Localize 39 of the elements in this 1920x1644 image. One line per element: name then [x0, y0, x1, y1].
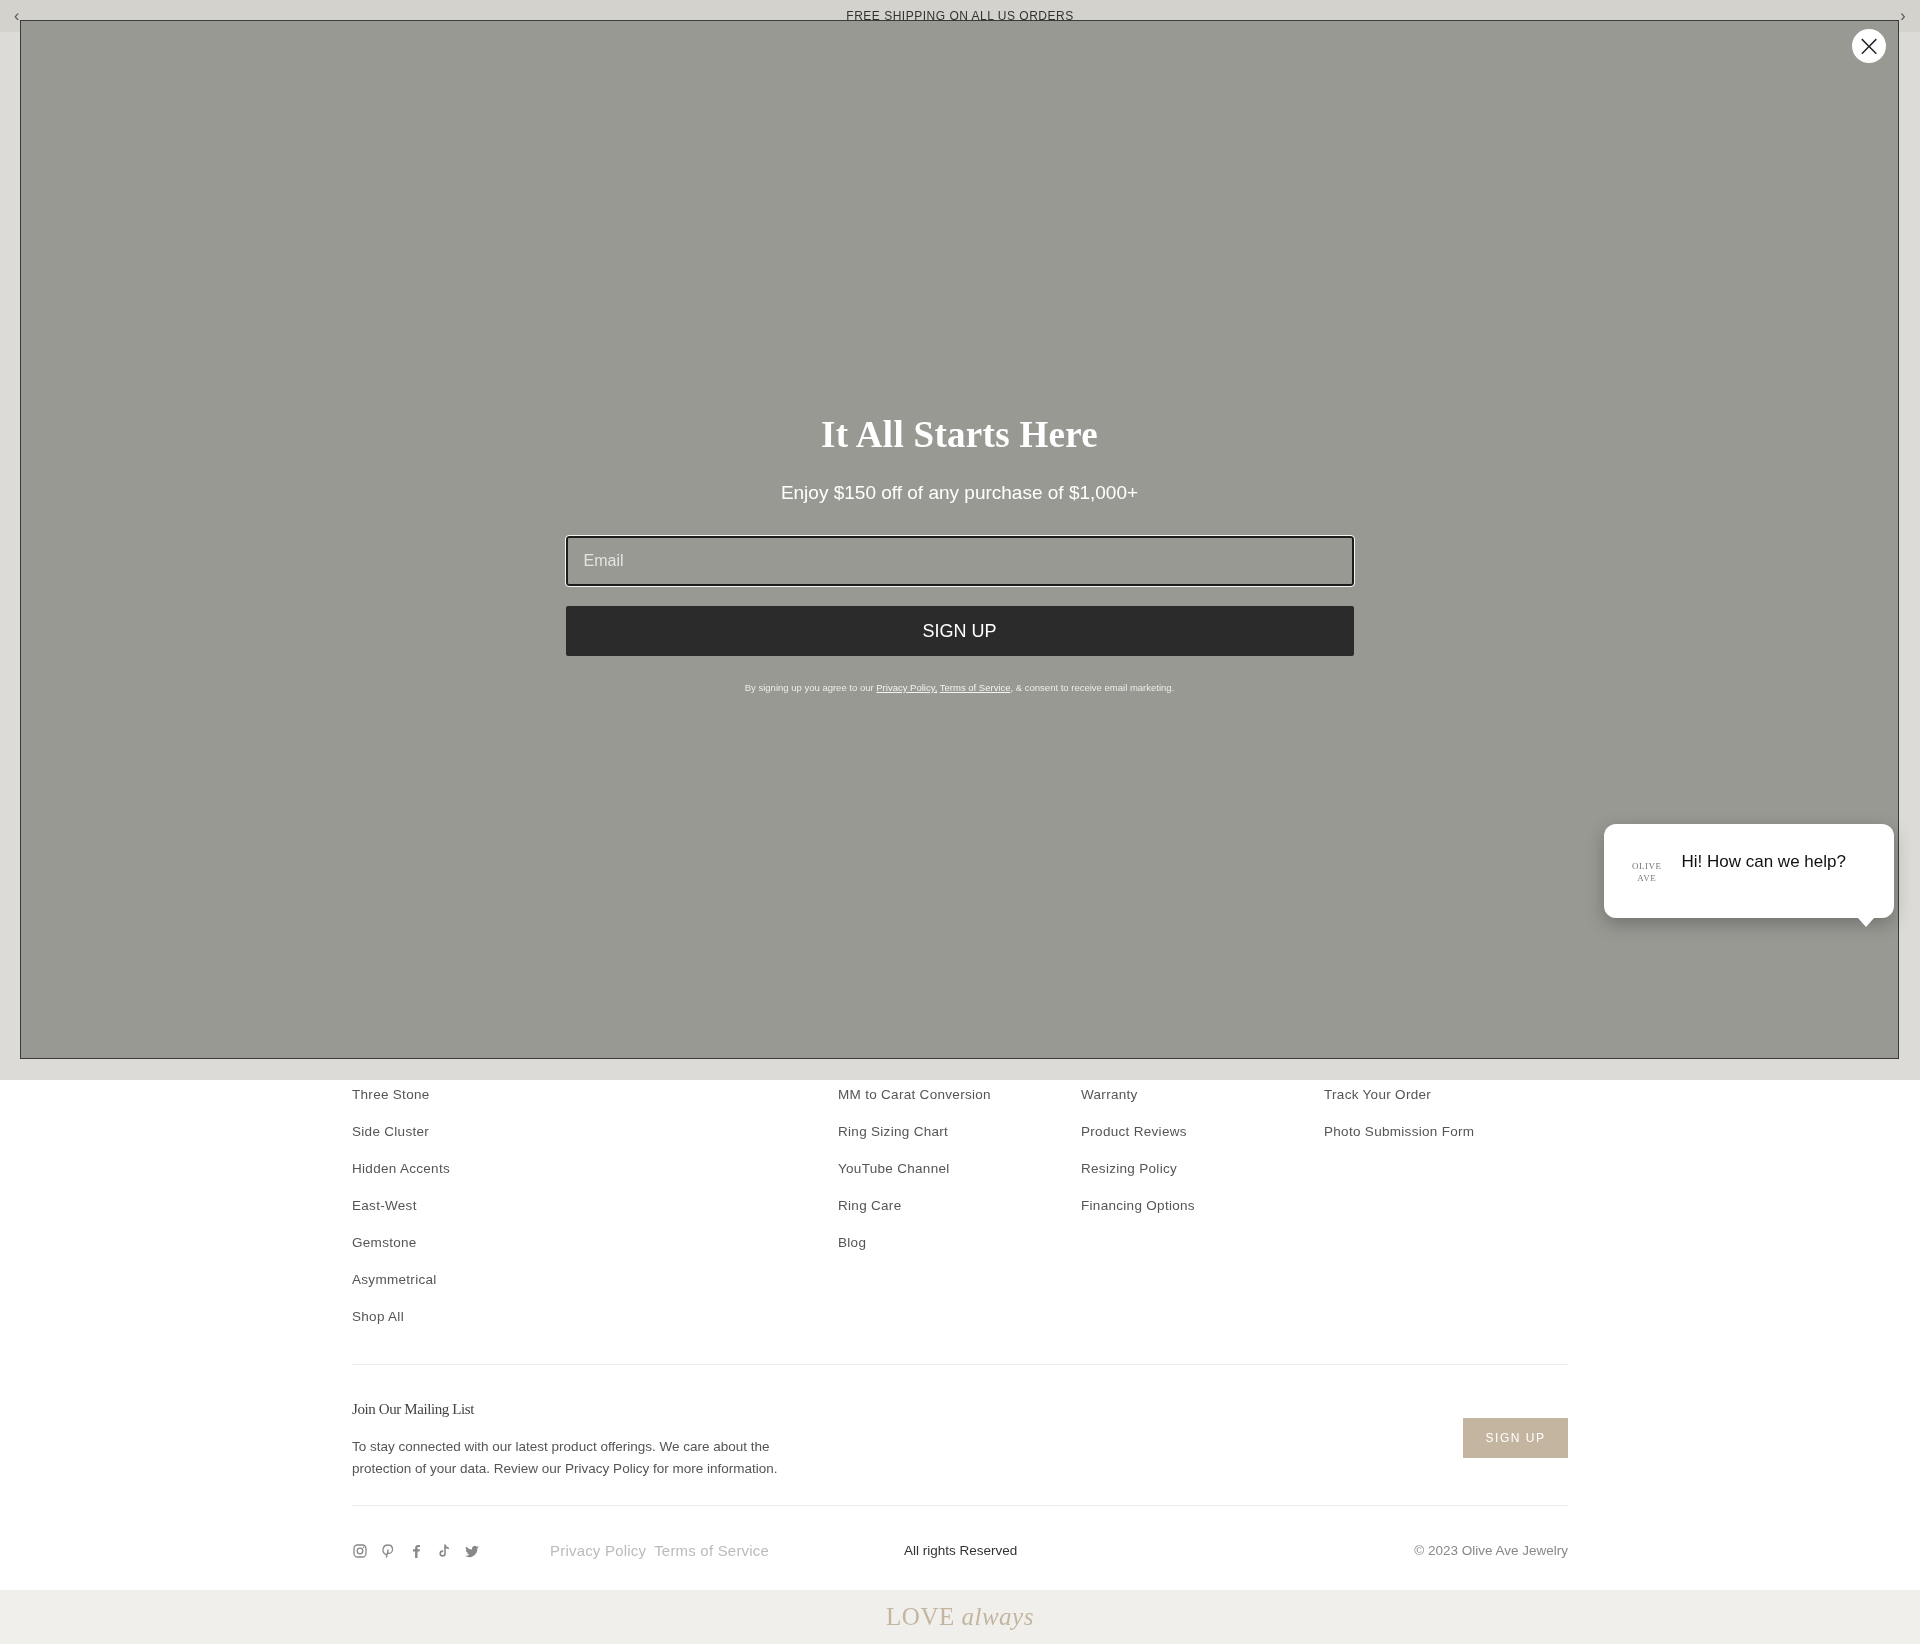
previous-arrow[interactable]: ‹ — [14, 7, 20, 25]
footer-link[interactable]: Asymmetrical — [352, 1270, 595, 1289]
bubble-tail — [1858, 918, 1874, 927]
footer-link[interactable]: East-West — [352, 1196, 595, 1215]
chat-message: Hi! How can we help? — [1681, 852, 1846, 872]
modal-subtitle: Enjoy $150 off of any purchase of $1,000+ — [780, 482, 1139, 504]
chat-logo: OLIVE AVE — [1632, 860, 1662, 884]
footer-link[interactable]: Side Cluster — [352, 1122, 595, 1141]
chat-bubble[interactable]: OLIVE AVE Hi! How can we help? — [1604, 824, 1894, 918]
footer-link[interactable]: Gemstone — [352, 1233, 595, 1252]
footer-link[interactable]: Track Your Order — [1324, 1085, 1567, 1104]
mailing-list-text: To stay connected with our latest product offerings. We care about the protection of your data. Review our Privacy Policy for more information. — [352, 1438, 779, 1478]
footer-link[interactable]: Shop All — [352, 1307, 595, 1326]
music-note-icon[interactable] — [436, 1542, 452, 1559]
footer-link[interactable]: Photo Submission Form — [1324, 1122, 1567, 1141]
next-arrow[interactable]: › — [1900, 7, 1906, 25]
footer-link[interactable]: YouTube Channel — [838, 1159, 1081, 1178]
mailing-list-title: Join Our Mailing List — [352, 1401, 475, 1418]
modal-title: It All Starts Here — [821, 413, 1098, 456]
footer-link[interactable]: Resizing Policy — [1081, 1159, 1324, 1178]
love-always-tagline: LOVE always — [886, 1603, 1034, 1631]
email-field[interactable]: Email — [565, 536, 1354, 586]
consent-text: By signing up you agree to our Privacy Policy, Terms of Service, & consent to receive email marketing. — [744, 682, 1175, 693]
footer-link[interactable]: Blog — [838, 1233, 1081, 1252]
footer-link[interactable]: Hidden Accents — [352, 1159, 595, 1178]
footer-link[interactable]: Ring Care — [838, 1196, 1081, 1215]
footer-link[interactable]: Three Stone — [352, 1085, 595, 1104]
footer-link[interactable]: Ring Sizing Chart — [838, 1122, 1081, 1141]
footer-link[interactable]: Warranty — [1081, 1085, 1324, 1104]
close-button[interactable]: × — [1852, 29, 1886, 63]
footer-link[interactable]: Product Reviews — [1081, 1122, 1324, 1141]
copyright-text: © 2023 Olive Ave Jewelry — [1414, 1543, 1568, 1558]
footer-link[interactable]: MM to Carat Conversion — [838, 1085, 1081, 1104]
camera-icon[interactable] — [352, 1542, 368, 1559]
announcement-text: FREE SHIPPING ON ALL US ORDERS — [846, 9, 1074, 23]
pin-letter-icon[interactable] — [380, 1542, 396, 1559]
rights-text: All rights Reserved — [904, 1543, 1018, 1558]
sign-up-button[interactable]: SIGN UP — [565, 606, 1354, 656]
footer-link[interactable]: Financing Options — [1081, 1196, 1324, 1215]
